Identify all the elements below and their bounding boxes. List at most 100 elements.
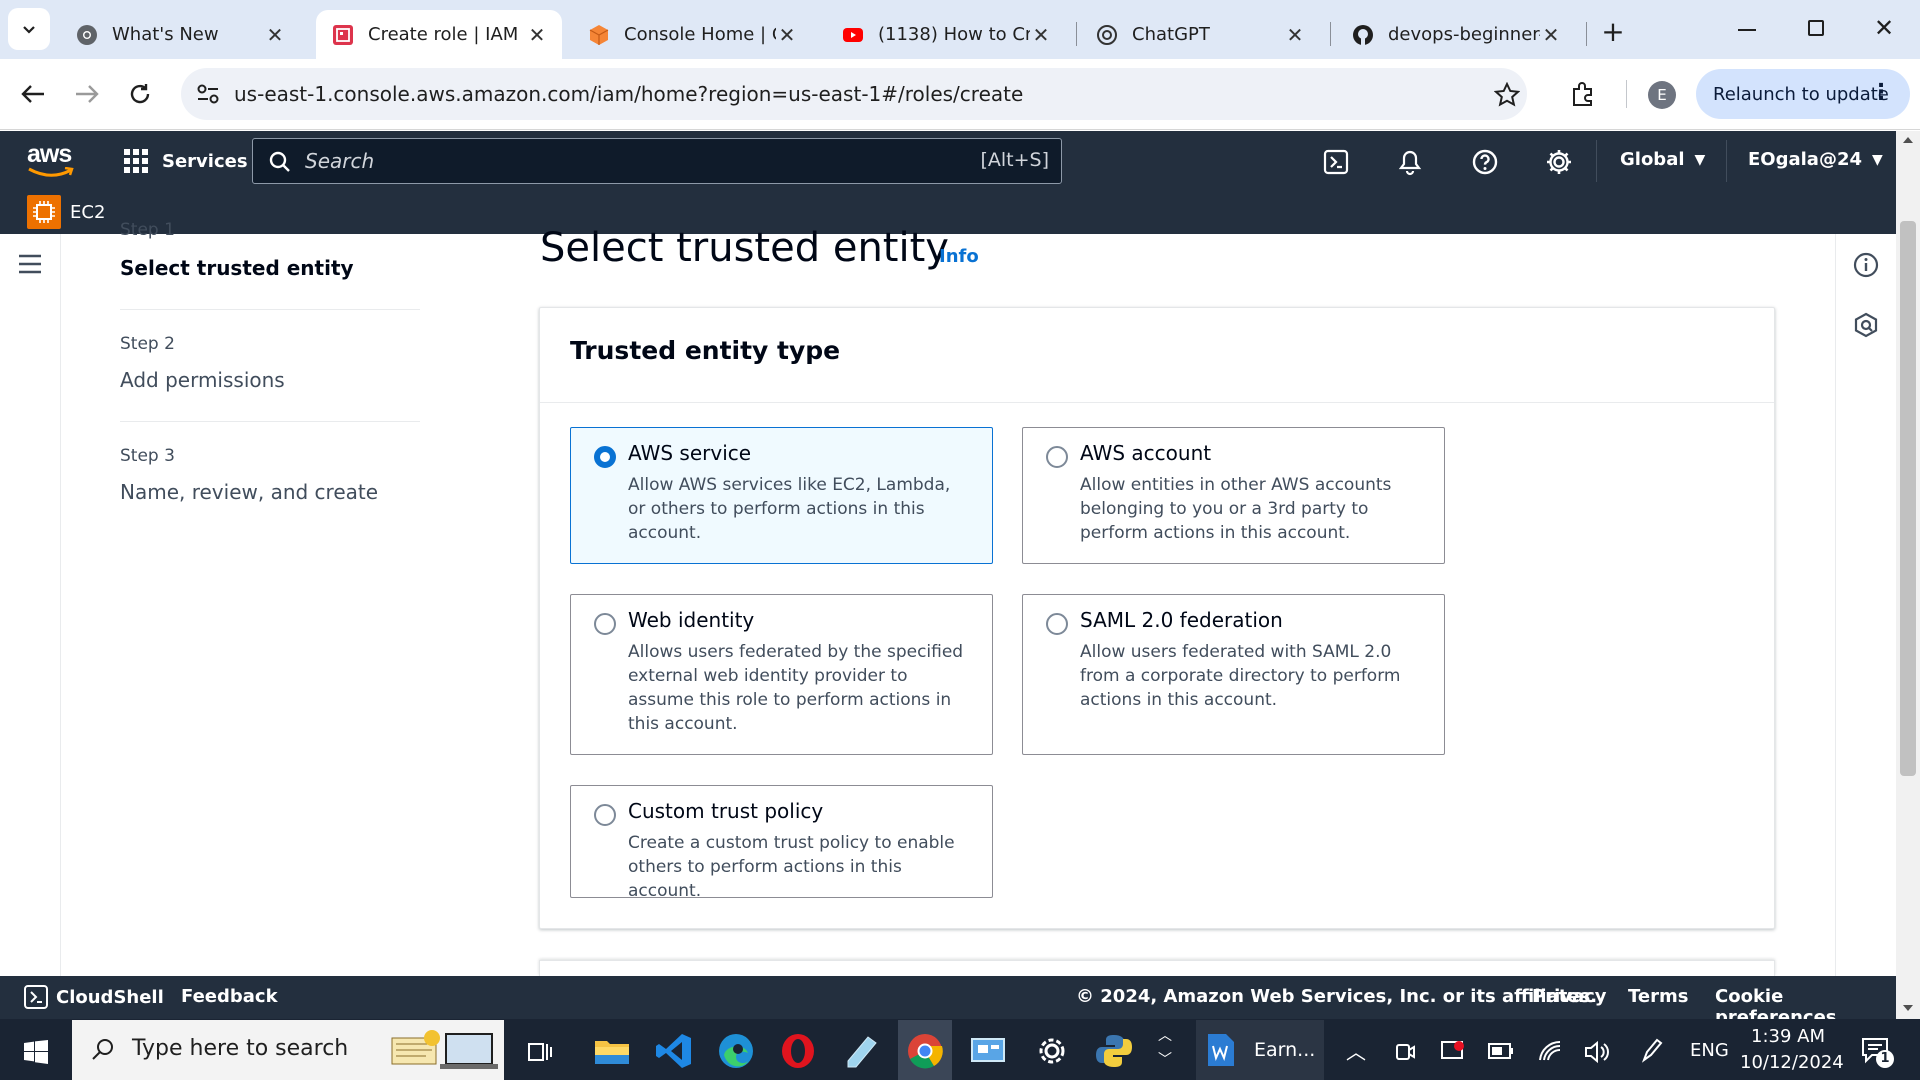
option-saml-federation[interactable]: SAML 2.0 federation Allow users federate…	[1022, 594, 1445, 755]
radio-saml-federation[interactable]	[1046, 613, 1068, 635]
vscode-icon[interactable]	[654, 1031, 694, 1071]
cloudshell-button[interactable]: CloudShell	[24, 985, 164, 1009]
option-web-identity[interactable]: Web identity Allows users federated by t…	[570, 594, 993, 755]
scroll-down-arrow-icon[interactable]	[1903, 1005, 1913, 1011]
tab-chatgpt[interactable]: ChatGPT ✕	[1080, 10, 1320, 59]
close-tab-icon[interactable]: ✕	[1030, 23, 1052, 47]
minimize-window-icon[interactable]	[1738, 29, 1756, 31]
extensions-icon[interactable]	[1570, 81, 1596, 107]
tab-whats-new[interactable]: What's New ✕	[60, 10, 300, 59]
step-divider	[120, 421, 420, 422]
notifications-bell-icon[interactable]	[1397, 148, 1423, 176]
tab-title: What's New	[112, 24, 219, 45]
terms-link[interactable]: Terms	[1628, 986, 1688, 1007]
card-header-divider	[540, 402, 1774, 403]
taskbar-clock[interactable]: 1:39 AM 10/12/2024	[1740, 1024, 1844, 1076]
file-explorer-icon[interactable]	[592, 1031, 632, 1071]
windows-start-icon[interactable]	[24, 1040, 48, 1064]
services-menu[interactable]: Services	[124, 149, 248, 173]
settings-gear-icon[interactable]	[1544, 147, 1574, 177]
radio-custom-trust-policy[interactable]	[594, 804, 616, 826]
aws-logo[interactable]: aws	[27, 140, 75, 180]
chevron-down-icon	[23, 26, 35, 34]
new-tab-button[interactable]: +	[1596, 14, 1630, 48]
hamburger-menu-icon[interactable]	[18, 254, 42, 274]
taskbar-search-input[interactable]: Type here to search	[72, 1020, 504, 1080]
option-aws-service[interactable]: AWS service Allow AWS services like EC2,…	[570, 427, 993, 564]
info-panel-icon[interactable]	[1853, 252, 1879, 278]
python-icon[interactable]	[1094, 1031, 1134, 1071]
caret-down-icon: ▼	[1694, 151, 1706, 168]
chrome-logo-icon	[77, 24, 97, 45]
tab-create-role[interactable]: Create role | IAM | ✕	[316, 10, 562, 59]
option-custom-trust-policy[interactable]: Custom trust policy Create a custom trus…	[570, 785, 993, 901]
notes-app-icon[interactable]	[842, 1031, 882, 1071]
cloudshell-icon[interactable]	[1323, 149, 1349, 175]
back-arrow-icon[interactable]	[20, 83, 46, 105]
account-menu[interactable]: EOgala@24 ▼	[1748, 149, 1883, 170]
tab-separator	[1076, 22, 1077, 46]
page-scrollbar[interactable]	[1896, 131, 1920, 1019]
input-language[interactable]: ENG	[1690, 1040, 1729, 1061]
pen-icon[interactable]	[1640, 1038, 1664, 1064]
chrome-icon[interactable]	[905, 1031, 945, 1071]
relaunch-to-update-button[interactable]: Relaunch to update ⋮	[1696, 69, 1910, 119]
action-center-button[interactable]: 1	[1860, 1036, 1894, 1070]
control-panel-icon[interactable]	[968, 1031, 1008, 1071]
tab-youtube[interactable]: (1138) How to Cre ✕	[826, 10, 1066, 59]
region-selector[interactable]: Global ▼	[1620, 149, 1705, 170]
close-tab-icon[interactable]: ✕	[1284, 23, 1306, 47]
battery-icon[interactable]	[1488, 1043, 1514, 1059]
restore-window-icon[interactable]	[1808, 20, 1824, 36]
close-tab-icon[interactable]: ✕	[526, 23, 548, 47]
close-tab-icon[interactable]: ✕	[776, 23, 798, 47]
feedback-link[interactable]: Feedback	[181, 986, 278, 1007]
step-2-number: Step 2	[120, 334, 175, 354]
taskbar-app-word[interactable]: Earn...	[1196, 1020, 1324, 1080]
profile-avatar[interactable]: E	[1648, 81, 1676, 109]
step-2-label[interactable]: Add permissions	[120, 368, 285, 392]
youtube-icon	[843, 27, 863, 42]
step-3-label[interactable]: Name, review, and create	[120, 480, 378, 504]
favorite-ec2[interactable]: EC2	[27, 195, 105, 229]
aws-search-input[interactable]: Search [Alt+S]	[252, 138, 1062, 184]
forward-arrow-icon[interactable]	[74, 83, 100, 105]
volume-icon[interactable]	[1584, 1040, 1610, 1064]
tray-show-hidden-icon[interactable]: ︿	[1346, 1036, 1366, 1065]
settings-gear-icon[interactable]	[1032, 1031, 1072, 1071]
info-link[interactable]: Info	[939, 246, 979, 267]
clock-date: 10/12/2024	[1740, 1052, 1844, 1073]
toolbar-divider	[1626, 80, 1627, 108]
radio-web-identity[interactable]	[594, 613, 616, 635]
meet-now-icon[interactable]	[1394, 1040, 1416, 1064]
header-divider	[1726, 140, 1727, 182]
opera-icon[interactable]	[778, 1031, 818, 1071]
tab-search-button[interactable]	[8, 8, 50, 50]
taskbar-overflow-arrows[interactable]: ︿ ﹀	[1156, 1024, 1174, 1076]
reload-icon[interactable]	[128, 82, 152, 106]
scroll-up-arrow-icon[interactable]	[1903, 137, 1913, 143]
more-options-icon: ⋮	[1870, 80, 1892, 105]
radio-aws-account[interactable]	[1046, 446, 1068, 468]
copyright-text: © 2024, Amazon Web Services, Inc. or its…	[1076, 986, 1598, 1007]
scrollbar-thumb[interactable]	[1900, 221, 1916, 776]
help-icon[interactable]	[1471, 148, 1499, 176]
task-view-icon[interactable]	[527, 1039, 553, 1065]
privacy-link[interactable]: Privacy	[1532, 986, 1607, 1007]
tab-github[interactable]: devops-beginner- ✕	[1336, 10, 1576, 59]
close-tab-icon[interactable]: ✕	[264, 23, 286, 47]
tab-console-home[interactable]: Console Home | Co ✕	[572, 10, 812, 59]
bookmark-star-icon[interactable]	[1494, 82, 1520, 108]
search-shortcut: [Alt+S]	[980, 149, 1049, 171]
close-window-icon[interactable]: ✕	[1874, 14, 1894, 42]
close-tab-icon[interactable]: ✕	[1540, 23, 1562, 47]
site-settings-icon[interactable]	[196, 83, 220, 105]
wifi-icon[interactable]	[1538, 1040, 1562, 1062]
option-aws-account[interactable]: AWS account Allow entities in other AWS …	[1022, 427, 1445, 564]
screen-recording-icon[interactable]	[1440, 1038, 1466, 1064]
side-rail-left	[0, 234, 61, 976]
amazon-q-icon[interactable]	[1853, 312, 1879, 338]
edge-icon[interactable]	[716, 1031, 756, 1071]
radio-aws-service[interactable]	[594, 446, 616, 468]
url-text: us-east-1.console.aws.amazon.com/iam/hom…	[234, 82, 1024, 106]
